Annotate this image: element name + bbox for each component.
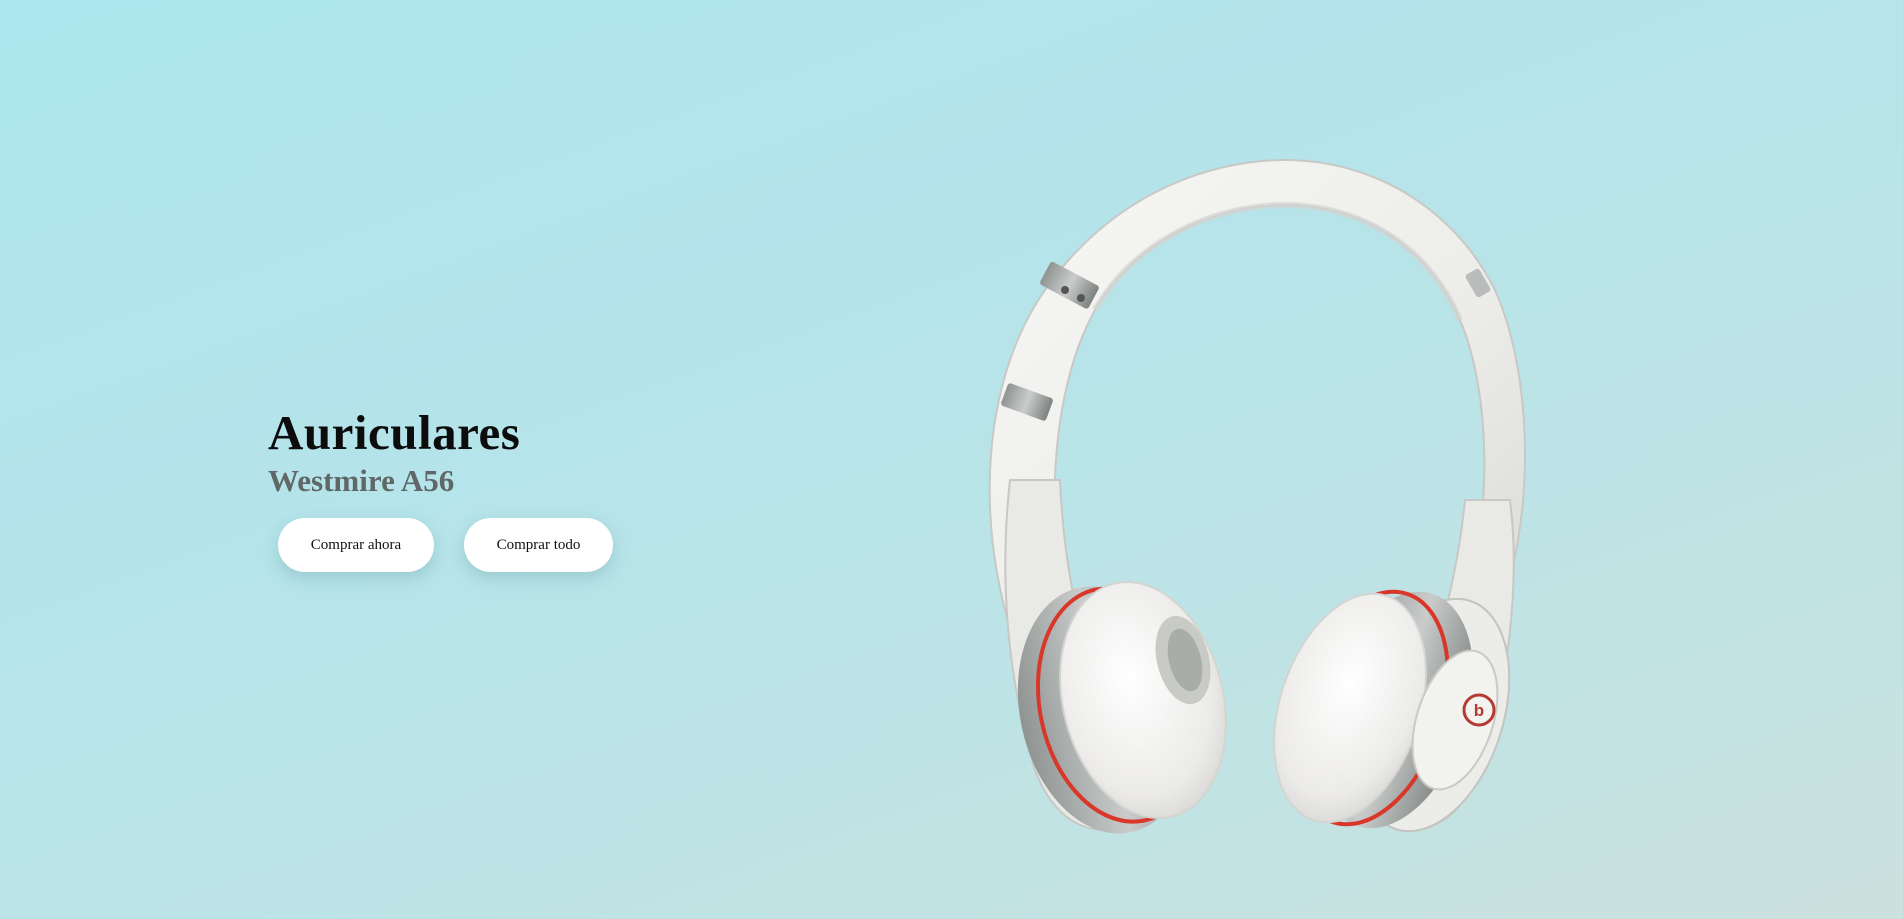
product-title: Auriculares <box>268 405 521 460</box>
product-subtitle: Westmire A56 <box>268 463 455 498</box>
buy-all-button[interactable]: Comprar todo <box>464 518 613 572</box>
cta-buttons: Comprar ahora Comprar todo <box>278 518 613 572</box>
hero-text-block: Auriculares Westmire A56 <box>268 408 520 496</box>
brand-logo: b <box>1474 701 1484 720</box>
headphones-image: b <box>988 158 1526 834</box>
buy-now-button[interactable]: Comprar ahora <box>278 518 434 572</box>
